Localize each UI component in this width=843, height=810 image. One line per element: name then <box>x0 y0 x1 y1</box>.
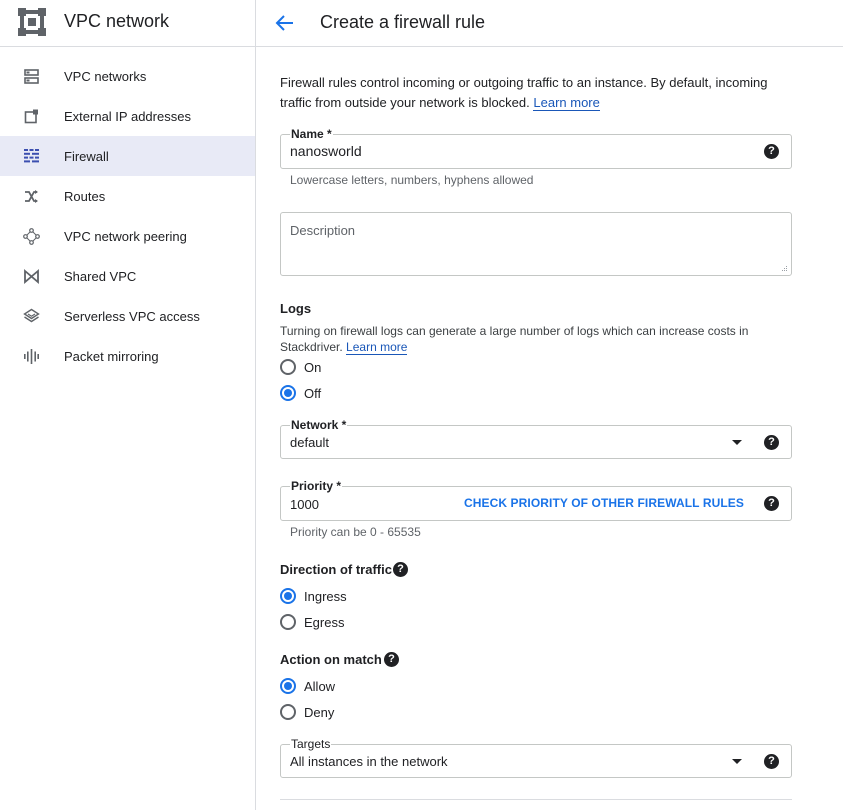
page-header: Create a firewall rule <box>256 0 843 47</box>
description-placeholder: Description <box>290 223 356 238</box>
priority-hint: Priority can be 0 - 65535 <box>290 525 421 539</box>
routes-icon <box>25 190 38 203</box>
sidebar-item-label: Serverless VPC access <box>64 308 200 324</box>
sidebar-item-label: VPC networks <box>64 68 147 84</box>
targets-help-icon[interactable]: ? <box>764 754 779 769</box>
network-help-icon[interactable]: ? <box>764 435 779 450</box>
description-field[interactable]: Description <box>280 212 792 276</box>
priority-help-icon[interactable]: ? <box>764 496 779 511</box>
radio-label: Allow <box>304 678 336 694</box>
radio-label: Deny <box>304 704 335 720</box>
sidebar-item-label: Packet mirroring <box>64 348 159 364</box>
logs-off-radio[interactable]: Off <box>280 383 321 403</box>
intro-description: Firewall rules control incoming or outgo… <box>280 75 768 110</box>
intro-text: Firewall rules control incoming or outgo… <box>280 73 792 113</box>
radio-button[interactable] <box>280 678 296 694</box>
sidebar-item-shared-vpc[interactable]: Shared VPC <box>0 256 255 296</box>
sidebar-item-label: External IP addresses <box>64 108 191 124</box>
direction-title: Direction of traffic <box>280 562 392 577</box>
direction-help-icon[interactable]: ? <box>393 562 408 577</box>
sidebar-item-vpc-networks[interactable]: VPC networks <box>0 56 255 96</box>
priority-input[interactable]: 1000 <box>290 497 319 512</box>
action-deny-radio[interactable]: Deny <box>280 702 334 722</box>
sidebar-item-packet-mirroring[interactable]: Packet mirroring <box>0 336 255 376</box>
sidebar-item-firewall[interactable]: Firewall <box>0 136 255 176</box>
network-select[interactable]: Network * default ? <box>280 418 792 459</box>
sidebar-item-label: Routes <box>64 188 106 204</box>
intro-learn-more-link[interactable]: Learn more <box>533 95 600 111</box>
name-label: Name * <box>290 127 333 141</box>
network-value: default <box>290 435 330 450</box>
sidebar-item-label: Firewall <box>64 148 109 164</box>
radio-label: Ingress <box>304 588 347 604</box>
page-title: Create a firewall rule <box>320 12 486 32</box>
priority-label: Priority * <box>290 479 343 493</box>
name-input[interactable]: nanosworld <box>290 143 362 159</box>
sidebar: VPC network VPC networks External IP add… <box>0 0 256 810</box>
sidebar-header: VPC network <box>0 0 255 47</box>
targets-value: All instances in the network <box>290 754 448 769</box>
logs-description: Turning on firewall logs can generate a … <box>280 323 792 355</box>
product-title: VPC network <box>64 11 170 31</box>
radio-button[interactable] <box>280 359 296 375</box>
action-title: Action on match <box>280 652 382 667</box>
chevron-down-icon[interactable] <box>732 440 742 445</box>
serverless-icon <box>23 308 40 323</box>
name-field[interactable]: Name * nanosworld ? <box>280 127 792 169</box>
sidebar-item-label: VPC network peering <box>64 228 187 244</box>
sidebar-item-serverless-vpc[interactable]: Serverless VPC access <box>0 296 255 336</box>
sidebar-nav: VPC networks External IP addresses Firew… <box>0 56 255 376</box>
sidebar-item-label: Shared VPC <box>64 268 137 284</box>
action-help-icon[interactable]: ? <box>384 652 399 667</box>
resize-handle-icon[interactable] <box>781 265 788 272</box>
name-help-icon[interactable]: ? <box>764 144 779 159</box>
firewall-icon <box>24 149 39 163</box>
radio-label: Egress <box>304 614 345 630</box>
direction-egress-radio[interactable]: Egress <box>280 612 344 632</box>
radio-button[interactable] <box>280 614 296 630</box>
radio-button[interactable] <box>280 588 296 604</box>
targets-select[interactable]: Targets All instances in the network ? <box>280 737 792 778</box>
sidebar-item-vpc-peering[interactable]: VPC network peering <box>0 216 255 256</box>
peering-icon <box>23 228 40 245</box>
priority-field[interactable]: Priority * 1000 CHECK PRIORITY OF OTHER … <box>280 479 792 521</box>
logs-on-radio[interactable]: On <box>280 357 321 377</box>
logs-learn-more-link[interactable]: Learn more <box>346 340 408 355</box>
name-hint: Lowercase letters, numbers, hyphens allo… <box>290 173 534 187</box>
vpc-networks-icon <box>24 69 39 84</box>
check-priority-button[interactable]: CHECK PRIORITY OF OTHER FIREWALL RULES <box>464 496 744 510</box>
chevron-down-icon[interactable] <box>732 759 742 764</box>
external-ip-icon <box>24 109 38 124</box>
direction-ingress-radio[interactable]: Ingress <box>280 586 347 606</box>
divider <box>280 799 792 800</box>
packet-mirroring-icon <box>24 349 39 364</box>
sidebar-item-routes[interactable]: Routes <box>0 176 255 216</box>
radio-button[interactable] <box>280 385 296 401</box>
network-label: Network * <box>290 418 348 432</box>
sidebar-item-external-ip[interactable]: External IP addresses <box>0 96 255 136</box>
targets-label: Targets <box>290 737 332 751</box>
back-arrow-icon[interactable] <box>274 12 296 34</box>
action-allow-radio[interactable]: Allow <box>280 676 335 696</box>
vpc-network-product-icon <box>18 8 46 36</box>
shared-vpc-icon <box>24 269 39 284</box>
radio-label: Off <box>304 385 322 401</box>
radio-button[interactable] <box>280 704 296 720</box>
logs-title: Logs <box>280 301 312 316</box>
radio-label: On <box>304 359 322 375</box>
